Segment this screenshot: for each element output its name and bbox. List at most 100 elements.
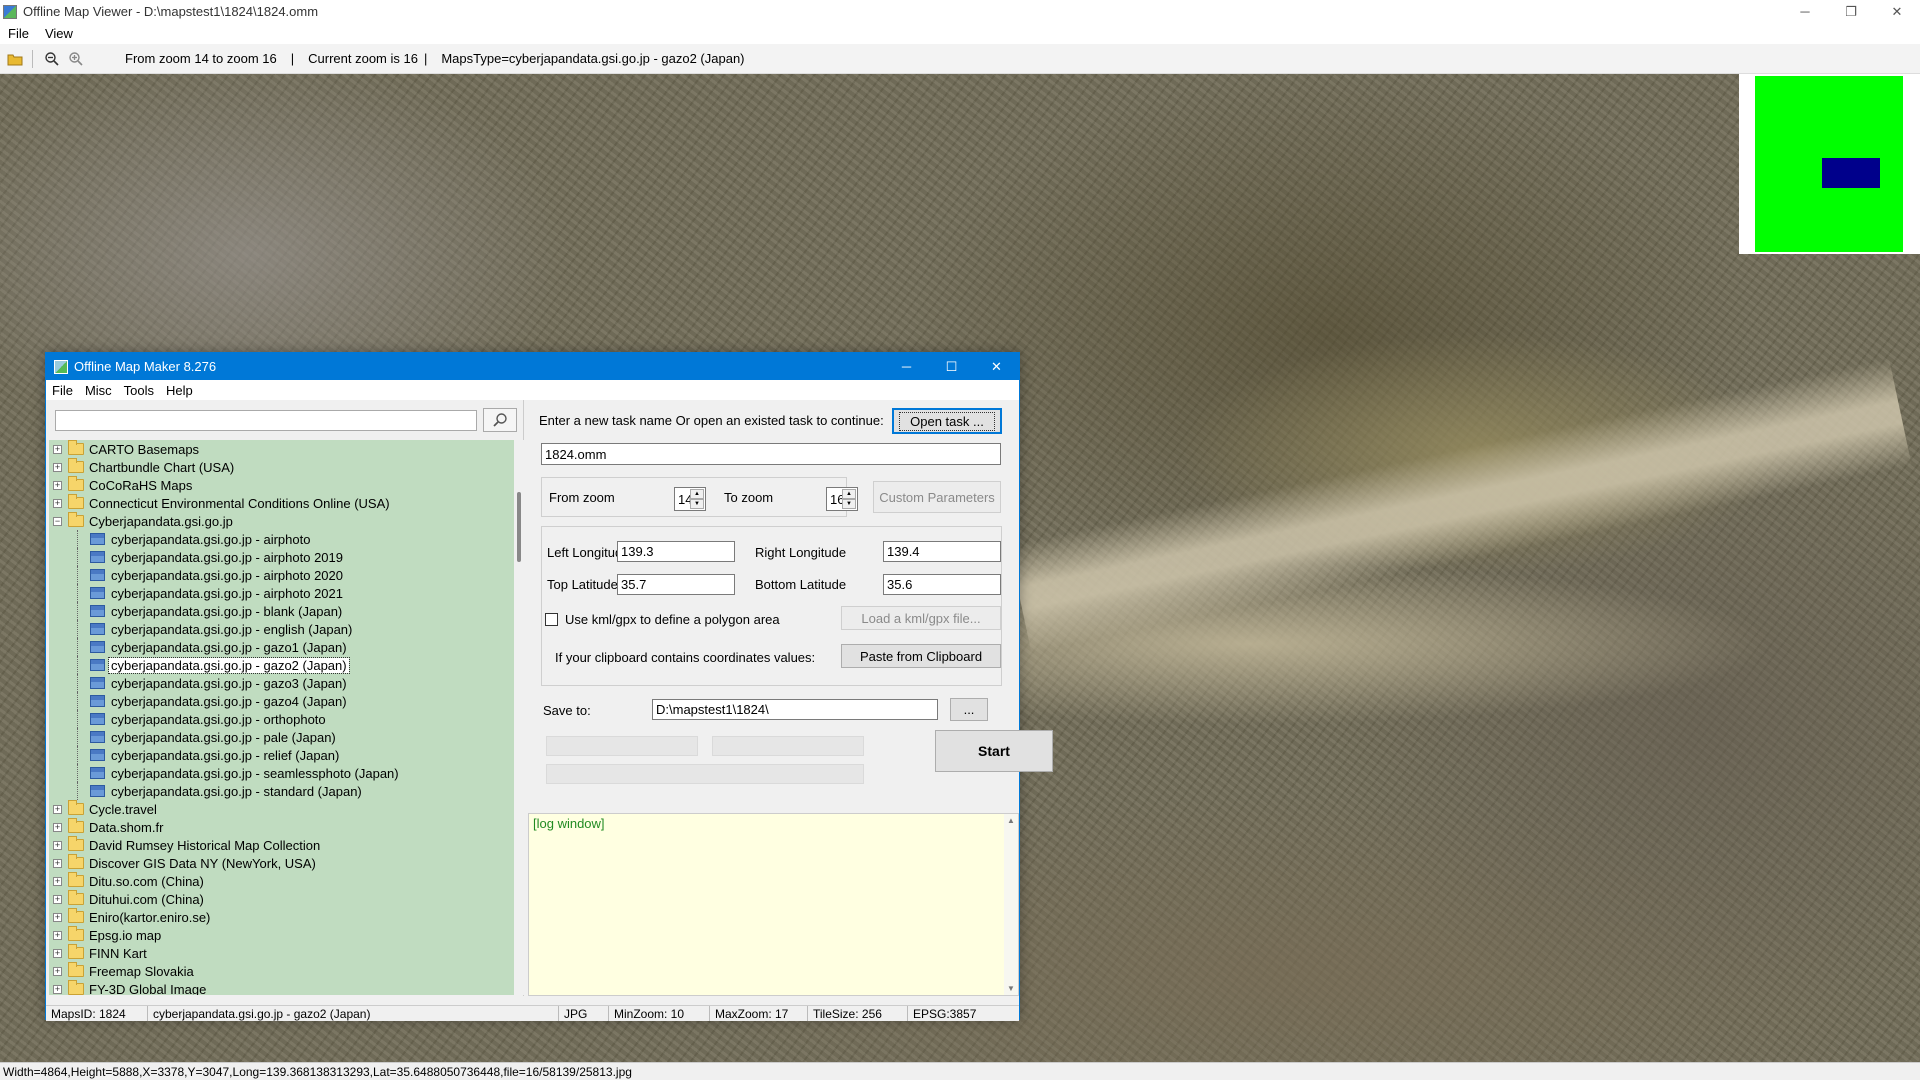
search-button[interactable] <box>483 408 517 432</box>
load-kml-button[interactable]: Load a kml/gpx file... <box>841 606 1001 630</box>
save-to-field[interactable]: D:\mapstest1\1824\ <box>652 699 938 720</box>
tree-map-item[interactable]: cyberjapandata.gsi.go.jp - gazo2 (Japan) <box>49 656 514 674</box>
start-button[interactable]: Start <box>935 730 1053 772</box>
custom-parameters-button[interactable]: Custom Parameters <box>873 481 1001 513</box>
tree-folder-item[interactable]: + Ditu.so.com (China) <box>49 872 514 890</box>
tree-scrollbar[interactable] <box>514 440 524 995</box>
folder-icon <box>68 980 84 995</box>
from-zoom-down-icon[interactable]: ▼ <box>690 499 704 509</box>
dialog-menu-misc[interactable]: Misc <box>79 383 118 398</box>
tree-folder-item[interactable]: − Cyberjapandata.gsi.go.jp <box>49 512 514 530</box>
tree-map-item[interactable]: cyberjapandata.gsi.go.jp - relief (Japan… <box>49 746 514 764</box>
tree-folder-item[interactable]: + Cycle.travel <box>49 800 514 818</box>
tree-folder-item[interactable]: + CARTO Basemaps <box>49 440 514 458</box>
tree-folder-item[interactable]: + David Rumsey Historical Map Collection <box>49 836 514 854</box>
dialog-menu-tools[interactable]: Tools <box>118 383 160 398</box>
right-longitude-field[interactable]: 139.4 <box>883 541 1001 562</box>
collapse-icon[interactable]: − <box>53 516 62 526</box>
tree-map-item[interactable]: cyberjapandata.gsi.go.jp - seamlessphoto… <box>49 764 514 782</box>
expand-icon[interactable]: + <box>53 822 62 832</box>
tree-map-item[interactable]: cyberjapandata.gsi.go.jp - airphoto 2020 <box>49 566 514 584</box>
expand-icon[interactable]: + <box>53 894 62 904</box>
expand-icon[interactable]: + <box>53 498 62 508</box>
expand-icon[interactable]: + <box>53 444 62 454</box>
tree-folder-item[interactable]: + Connecticut Environmental Conditions On… <box>49 494 514 512</box>
tree-folder-item[interactable]: + Freemap Slovakia <box>49 962 514 980</box>
tree-map-item[interactable]: cyberjapandata.gsi.go.jp - airphoto 2019 <box>49 548 514 566</box>
expand-icon[interactable]: + <box>53 876 62 886</box>
tree-item-label: cyberjapandata.gsi.go.jp - orthophoto <box>111 711 326 727</box>
to-zoom-down-icon[interactable]: ▼ <box>842 499 856 509</box>
open-task-button[interactable]: Open task ... <box>892 408 1002 434</box>
viewer-titlebar: Offline Map Viewer - D:\mapstest1\1824\1… <box>0 0 1920 23</box>
dialog-minimize-button[interactable]: ─ <box>884 353 929 380</box>
open-folder-icon[interactable] <box>6 50 24 68</box>
top-latitude-field[interactable]: 35.7 <box>617 574 735 595</box>
tree-map-item[interactable]: cyberjapandata.gsi.go.jp - blank (Japan) <box>49 602 514 620</box>
to-zoom-stepper[interactable]: 16 ▲ ▼ <box>826 487 858 511</box>
tree-folder-item[interactable]: + Dituhui.com (China) <box>49 890 514 908</box>
scroll-down-icon[interactable]: ▼ <box>1007 984 1015 993</box>
close-button[interactable]: ✕ <box>1874 0 1920 23</box>
from-zoom-label: From zoom <box>549 490 615 505</box>
expand-icon[interactable]: + <box>53 984 62 994</box>
minimize-button[interactable]: ─ <box>1782 0 1828 23</box>
to-zoom-up-icon[interactable]: ▲ <box>842 489 856 499</box>
viewer-window-controls: ─ ❐ ✕ <box>1782 0 1920 23</box>
use-kml-checkbox[interactable] <box>545 613 558 626</box>
map-icon <box>90 569 105 581</box>
task-name-field[interactable]: 1824.omm <box>541 443 1001 465</box>
bottom-latitude-field[interactable]: 35.6 <box>883 574 1001 595</box>
menu-view[interactable]: View <box>37 26 81 41</box>
tree-folder-item[interactable]: + Discover GIS Data NY (NewYork, USA) <box>49 854 514 872</box>
from-zoom-up-icon[interactable]: ▲ <box>690 489 704 499</box>
tree-connector-line <box>77 728 78 746</box>
map-source-tree[interactable]: + CARTO Basemaps + Chartbundle Chart (USA) +… <box>49 440 514 995</box>
browse-button[interactable]: ... <box>950 698 988 721</box>
tree-item-label: Cyberjapandata.gsi.go.jp <box>89 513 233 529</box>
tree-map-item[interactable]: cyberjapandata.gsi.go.jp - orthophoto <box>49 710 514 728</box>
scroll-up-icon[interactable]: ▲ <box>1007 816 1015 825</box>
tree-folder-item[interactable]: + FY-3D Global Image <box>49 980 514 995</box>
zoom-out-icon[interactable] <box>43 50 61 68</box>
tree-folder-item[interactable]: + Data.shom.fr <box>49 818 514 836</box>
dialog-menu-file[interactable]: File <box>46 383 79 398</box>
search-input[interactable] <box>55 410 477 431</box>
restore-button[interactable]: ❐ <box>1828 0 1874 23</box>
expand-icon[interactable]: + <box>53 480 62 490</box>
expand-icon[interactable]: + <box>53 804 62 814</box>
tree-folder-item[interactable]: + CoCoRaHS Maps <box>49 476 514 494</box>
expand-icon[interactable]: + <box>53 948 62 958</box>
tree-map-item[interactable]: cyberjapandata.gsi.go.jp - gazo1 (Japan) <box>49 638 514 656</box>
dialog-titlebar[interactable]: Offline Map Maker 8.276 ─ ☐ ✕ <box>46 353 1019 380</box>
zoom-in-icon[interactable] <box>67 50 85 68</box>
expand-icon[interactable]: + <box>53 858 62 868</box>
tree-map-item[interactable]: cyberjapandata.gsi.go.jp - airphoto <box>49 530 514 548</box>
menu-file[interactable]: File <box>0 26 37 41</box>
left-longitude-field[interactable]: 139.3 <box>617 541 735 562</box>
tree-map-item[interactable]: cyberjapandata.gsi.go.jp - pale (Japan) <box>49 728 514 746</box>
from-zoom-stepper[interactable]: 14 ▲ ▼ <box>674 487 706 511</box>
paste-from-clipboard-button[interactable]: Paste from Clipboard <box>841 644 1001 668</box>
expand-icon[interactable]: + <box>53 462 62 472</box>
dialog-maximize-button[interactable]: ☐ <box>929 353 974 380</box>
expand-icon[interactable]: + <box>53 966 62 976</box>
dialog-close-button[interactable]: ✕ <box>974 353 1019 380</box>
log-scrollbar[interactable]: ▲ ▼ <box>1004 814 1018 995</box>
expand-icon[interactable]: + <box>53 930 62 940</box>
tree-map-item[interactable]: cyberjapandata.gsi.go.jp - standard (Jap… <box>49 782 514 800</box>
expand-icon[interactable]: + <box>53 912 62 922</box>
expand-icon[interactable]: + <box>53 840 62 850</box>
tree-map-item[interactable]: cyberjapandata.gsi.go.jp - gazo4 (Japan) <box>49 692 514 710</box>
tree-map-item[interactable]: cyberjapandata.gsi.go.jp - airphoto 2021 <box>49 584 514 602</box>
tree-scrollbar-thumb[interactable] <box>517 492 521 562</box>
overview-viewport-marker[interactable] <box>1822 158 1880 188</box>
tree-folder-item[interactable]: + Eniro(kartor.eniro.se) <box>49 908 514 926</box>
log-window[interactable]: [log window] ▲ ▼ <box>528 813 1019 996</box>
tree-folder-item[interactable]: + Epsg.io map <box>49 926 514 944</box>
tree-map-item[interactable]: cyberjapandata.gsi.go.jp - english (Japa… <box>49 620 514 638</box>
tree-map-item[interactable]: cyberjapandata.gsi.go.jp - gazo3 (Japan) <box>49 674 514 692</box>
tree-folder-item[interactable]: + Chartbundle Chart (USA) <box>49 458 514 476</box>
tree-folder-item[interactable]: + FINN Kart <box>49 944 514 962</box>
dialog-menu-help[interactable]: Help <box>160 383 199 398</box>
